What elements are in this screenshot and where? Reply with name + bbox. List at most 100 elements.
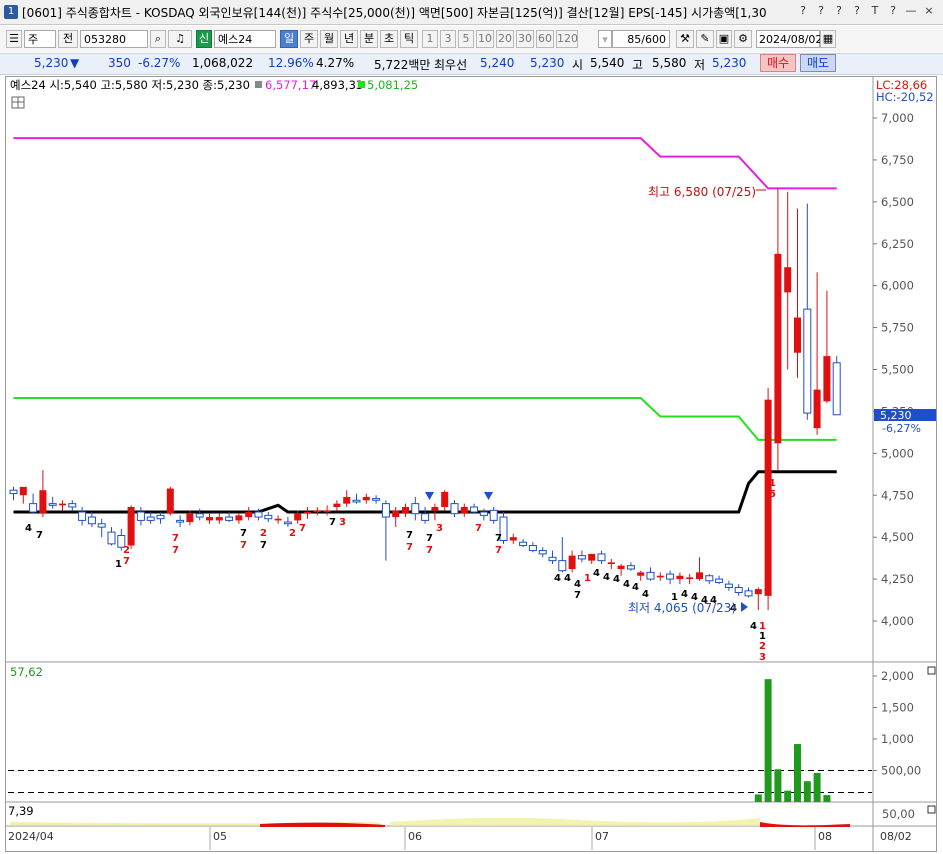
signal-label: 7 — [36, 530, 43, 541]
candle-body — [803, 308, 812, 414]
date-label: 07 — [595, 830, 609, 843]
candle-body — [509, 537, 517, 541]
candle-body — [156, 514, 165, 520]
candle-body — [597, 553, 606, 562]
candle-body — [784, 267, 792, 293]
signal-label: 1 — [115, 559, 122, 570]
candle-body — [823, 356, 831, 402]
osc-legend: 7,39 — [8, 804, 34, 818]
signal-label: 7 — [406, 542, 413, 553]
volume-bar — [813, 773, 821, 802]
candle-body — [813, 389, 821, 429]
candle-body — [774, 253, 782, 444]
candle-body — [343, 496, 351, 504]
down-triangle-icon — [484, 492, 493, 500]
candle-body — [431, 506, 439, 511]
signal-label: 4 — [623, 579, 630, 590]
candle-body — [176, 519, 185, 523]
candle-body — [421, 513, 430, 521]
price-tick-label: 7,000 — [881, 111, 914, 125]
green-line-value: 5,081,25 — [367, 78, 418, 92]
volume-legend: 57,62 — [10, 665, 43, 679]
volume-bar — [823, 795, 831, 802]
candle-body — [294, 513, 302, 521]
candle-body — [48, 503, 57, 506]
price-tick-label: 6,500 — [881, 195, 914, 209]
candle-body — [254, 511, 263, 518]
candle-body — [362, 496, 370, 501]
candle-body — [489, 509, 498, 521]
candle-body — [352, 499, 361, 503]
chart-svg[interactable]: 예스24 시:5,540 고:5,580 저:5,230 종:5,230 6,5… — [0, 0, 943, 854]
hc-value: HC:-20,52 — [876, 90, 934, 104]
signal-label: 7 — [495, 533, 502, 544]
pane-close-icon — [927, 666, 936, 675]
signal-label: 1 — [584, 573, 591, 584]
candle-body — [402, 506, 409, 514]
date-label: 06 — [408, 830, 422, 843]
signal-label: 7 — [406, 530, 413, 541]
price-tick-label: 5,000 — [881, 446, 914, 460]
date-label: 08/02 — [880, 830, 912, 843]
candle-body — [245, 512, 253, 518]
candle-body — [274, 518, 282, 521]
candle-body — [715, 578, 724, 583]
price-tick-label: 4,750 — [881, 488, 914, 502]
candle-body — [470, 506, 479, 513]
candle-body — [304, 512, 311, 514]
signal-label: 4 — [25, 523, 32, 534]
signal-label: 3 — [436, 523, 443, 534]
magenta-line-value: 6,577,17 — [265, 78, 316, 92]
candle-body — [577, 555, 586, 560]
candle-body — [637, 572, 645, 576]
low-annotation: 최저 4,065 (07/23) — [628, 601, 736, 615]
price-tick-label: 4,000 — [881, 614, 914, 628]
candle-body — [519, 541, 528, 547]
candle-body — [146, 516, 155, 521]
signal-label: 5 — [769, 489, 776, 500]
black-line — [13, 470, 837, 514]
candle-body — [705, 575, 714, 582]
price-axis: 7,0006,7506,5006,2506,0005,7505,5005,250… — [873, 111, 914, 628]
low-arrow-icon — [741, 602, 748, 612]
signal-label: 7 — [329, 517, 336, 528]
black-line-value: 4,893,33 — [312, 78, 363, 92]
candle-body — [794, 317, 801, 353]
candle-body — [59, 503, 66, 506]
price-tick-label: 6,250 — [881, 237, 914, 251]
ohlc-legend: 예스24 시:5,540 고:5,580 저:5,230 종:5,230 — [10, 78, 250, 92]
candle-body — [39, 490, 47, 514]
candle-body — [19, 486, 27, 496]
candle-body — [87, 516, 96, 525]
candle-body — [264, 514, 273, 520]
volume-bar — [764, 679, 772, 802]
candle-body — [235, 515, 243, 521]
signal-label: 2 — [759, 641, 766, 652]
candle-body — [460, 506, 468, 514]
candle-body — [479, 511, 488, 516]
green-line — [13, 397, 837, 441]
signal-label: 4 — [613, 574, 620, 585]
date-axis: 2024/04 05 06 07 08 08/02 — [8, 827, 912, 850]
candle-body — [734, 586, 743, 593]
signal-label: 7 — [172, 533, 179, 544]
candle-body — [68, 503, 77, 508]
volume-bar — [794, 744, 801, 802]
price-tick-label: 4,500 — [881, 530, 914, 544]
candle-body — [646, 571, 655, 580]
volume-bar — [784, 790, 792, 802]
signal-label: 4 — [593, 568, 600, 579]
high-annotation: 최고 6,580 (07/25) — [648, 185, 756, 199]
signal-label: 1 — [769, 478, 776, 489]
candle-body — [225, 516, 234, 521]
candle-body — [588, 553, 596, 561]
candle-body — [127, 506, 135, 546]
candle-body — [538, 550, 547, 555]
signal-label: 7 — [123, 556, 130, 567]
volume-tick-label: 2,000 — [881, 669, 914, 683]
signal-label: 7 — [260, 540, 267, 551]
candle-body — [372, 498, 381, 501]
candle-body — [186, 513, 194, 523]
candle-body — [313, 510, 321, 513]
date-label: 05 — [213, 830, 227, 843]
